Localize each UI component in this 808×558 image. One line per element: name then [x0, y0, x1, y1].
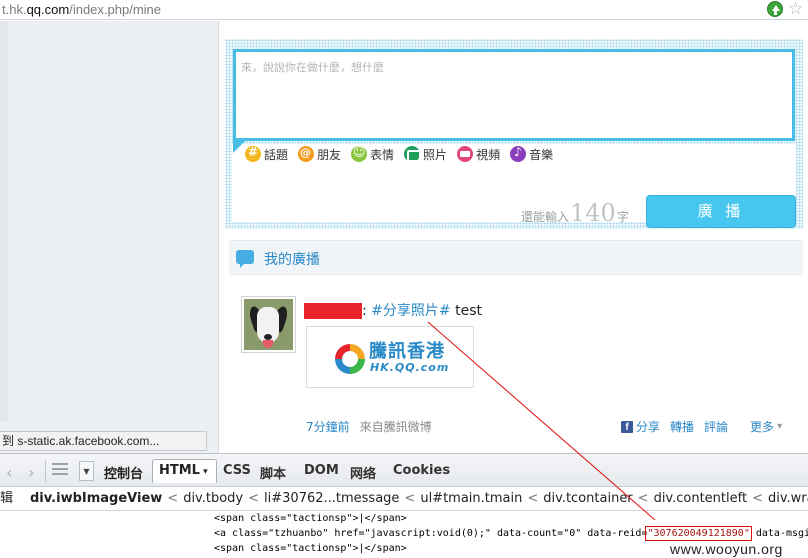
composer-toolbar: 話題 朋友 表情 照片 視頻 音樂 [245, 145, 553, 163]
breadcrumb-lead[interactable]: 辑 [0, 487, 20, 510]
breadcrumb-node[interactable]: div.tbody [183, 491, 243, 506]
image-brand-en: HK.QQ.com [370, 361, 450, 374]
tool-photo[interactable]: 照片 [404, 145, 447, 163]
firebug-toolbar: ‹ › ▼ 控制台 HTML CSS 脚本 DOM 网络 Cookies [0, 453, 808, 487]
video-icon [457, 146, 474, 162]
post-actions: f 分享 轉播 評論 更多 [621, 418, 782, 435]
image-brand-cn: 騰訊香港 [369, 341, 445, 362]
main-content: 來，說說你在做什麼，想什麼 話題 朋友 表情 照片 視頻 音樂 還能輸入 140… [218, 21, 808, 453]
forward-button[interactable]: 轉播 [670, 418, 694, 435]
back-arrow-icon[interactable]: ‹ [6, 463, 12, 482]
at-icon [298, 146, 315, 162]
left-sidebar [0, 21, 218, 453]
post-hashtag[interactable]: #分享照片# [371, 303, 450, 319]
tool-topic[interactable]: 話題 [245, 145, 288, 163]
feed-post: : #分享照片# test 騰訊香港 HK.QQ.com 7分鐘前 來自騰訊微博 … [241, 296, 801, 446]
section-title: 我的廣播 [264, 252, 320, 268]
go-arrow-icon[interactable] [767, 1, 783, 17]
tab-css[interactable]: CSS [223, 463, 251, 478]
redacted-username [304, 303, 362, 319]
facebook-icon: f [621, 420, 633, 433]
avatar-dog-image [244, 299, 293, 350]
composer-panel: 來，說說你在做什麼，想什麼 話題 朋友 表情 照片 視頻 音樂 還能輸入 140… [225, 39, 803, 229]
breadcrumb-node[interactable]: li#30762...tmessage [264, 491, 399, 506]
post-textarea[interactable]: 來，說說你在做什麼，想什麼 [233, 49, 795, 141]
textarea-placeholder: 來，說說你在做什麼，想什麼 [241, 61, 384, 74]
avatar[interactable] [241, 296, 296, 353]
forward-arrow-icon[interactable]: › [28, 463, 34, 482]
tool-video[interactable]: 視頻 [457, 145, 500, 163]
speech-bubble-icon [236, 250, 254, 268]
tab-dom[interactable]: DOM [304, 463, 339, 478]
status-tooltip: 到 s-static.ak.facebook.com... [0, 431, 207, 451]
html-breadcrumb: 辑 div.iwbImageView < div.tbody < li#30762...… [0, 487, 808, 511]
list-icon[interactable] [52, 463, 68, 477]
breadcrumb-path: div.iwbImageView < div.tbody < li#30762...tm… [30, 487, 808, 510]
bookmark-star-icon[interactable]: ☆ [788, 0, 803, 19]
tab-script[interactable]: 脚本 [260, 463, 286, 482]
firebug-menu-dropdown[interactable]: ▼ [79, 461, 94, 481]
address-bar[interactable]: t.hk.qq.com/index.php/mine ☆ [0, 0, 808, 20]
post-text: : #分享照片# test [362, 303, 482, 319]
source-line[interactable]: <span class="tactionsp">|</span> [214, 541, 407, 556]
share-button[interactable]: f 分享 [621, 418, 660, 435]
post-meta: 7分鐘前 來自騰訊微博 [306, 418, 432, 435]
breadcrumb-node[interactable]: ul#tmain.tmain [420, 491, 522, 506]
sidebar-edge [0, 21, 8, 421]
char-remaining: 還能輸入 140 字 [521, 199, 629, 227]
post-time-link[interactable]: 7分鐘前 [306, 420, 350, 434]
tool-friend[interactable]: 朋友 [298, 145, 341, 163]
breadcrumb-node[interactable]: div.tcontainer [543, 491, 632, 506]
source-line[interactable]: <span class="tactionsp">|</span> [214, 511, 407, 526]
char-remaining-count: 140 [570, 199, 616, 227]
source-line[interactable]: <a class="tzhuanbo" href="javascript:voi… [214, 526, 808, 541]
tencent-logo-icon [335, 344, 365, 374]
watermark: www.wooyun.org [668, 541, 785, 557]
tool-music[interactable]: 音樂 [510, 145, 553, 163]
camera-icon [404, 146, 422, 162]
breadcrumb-node[interactable]: div.contentleft [654, 491, 748, 506]
tab-console[interactable]: 控制台 [104, 463, 143, 482]
post-source: 來自騰訊微博 [359, 420, 432, 434]
textarea-notch [233, 141, 245, 153]
tab-html[interactable]: HTML [152, 459, 217, 483]
tab-net[interactable]: 网络 [350, 463, 376, 482]
tab-cookies[interactable]: Cookies [393, 463, 450, 478]
url-text[interactable]: t.hk.qq.com/index.php/mine [2, 2, 161, 17]
breadcrumb-node[interactable]: div.iwbImageView [30, 491, 162, 506]
toolbar-separator [45, 460, 46, 482]
reid-value-highlight: "307620049121890" [645, 526, 752, 541]
tool-emotion[interactable]: 表情 [351, 145, 394, 163]
smiley-icon [351, 145, 368, 162]
more-menu-button[interactable]: 更多 [750, 418, 782, 435]
comment-button[interactable]: 評論 [704, 418, 728, 435]
music-icon [510, 145, 527, 162]
my-broadcasts-header: 我的廣播 [229, 240, 803, 275]
hash-icon [245, 145, 261, 162]
broadcast-button[interactable]: 廣 播 [646, 195, 796, 228]
breadcrumb-node[interactable]: div.wrapper [768, 491, 808, 506]
post-image[interactable]: 騰訊香港 HK.QQ.com [306, 326, 474, 388]
